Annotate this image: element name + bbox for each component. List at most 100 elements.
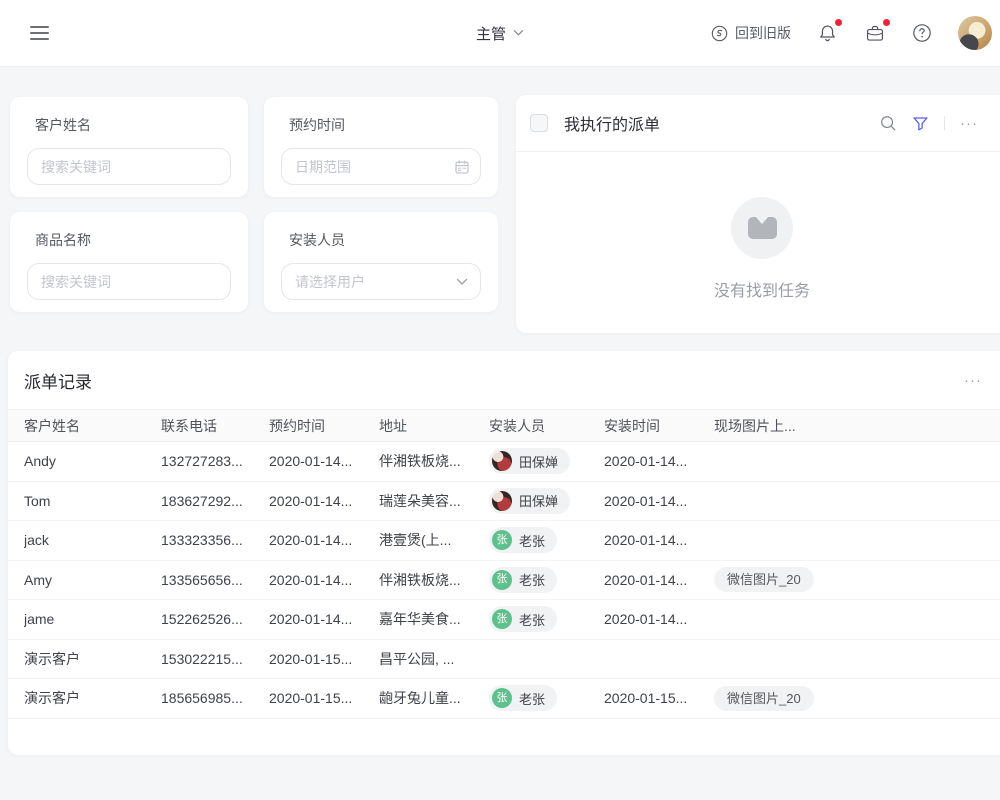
cell-installer: 田保婵 [489,448,604,474]
installer-tag: 张 老张 [489,685,557,711]
cell-customer-name: jame [24,611,161,627]
notification-bell-button[interactable] [817,23,838,44]
more-actions-icon[interactable]: ··· [964,373,982,388]
cell-customer-name: jack [24,532,161,548]
customer-name-input[interactable] [27,148,231,185]
filter-label-customer-name: 客户姓名 [35,115,231,135]
divider [944,116,945,130]
more-actions-icon[interactable]: ··· [960,116,978,131]
table-row[interactable]: 演示客户 153022215... 2020-01-15... 昌平公园, ..… [8,640,1000,680]
table-body: Andy 132727283... 2020-01-14... 伴湘铁板烧...… [8,442,1000,719]
filter-label-appointment-time: 预约时间 [289,115,481,135]
installer-name: 老张 [519,570,545,589]
installer-name: 田保婵 [519,452,558,471]
filter-card-installer: 安装人员 请选择用户 [264,212,498,312]
installer-name: 田保婵 [519,491,558,510]
installer-select-placeholder: 请选择用户 [295,272,365,292]
my-tasks-panel: 我执行的派单 ··· 没有找到任务 [516,95,1000,333]
cell-appointment-time: 2020-01-14... [269,532,379,548]
cell-phone: 133323356... [161,532,269,548]
menu-hamburger-icon[interactable] [30,26,49,40]
installer-avatar [492,451,512,471]
cell-appointment-time: 2020-01-14... [269,572,379,588]
empty-state-text: 没有找到任务 [516,277,1000,301]
cell-phone: 132727283... [161,453,269,469]
my-tasks-header: 我执行的派单 ··· [516,95,1000,152]
back-to-old-label: 回到旧版 [735,23,791,43]
cell-install-time: 2020-01-14... [604,611,714,627]
column-header: 预约时间 [269,416,379,436]
installer-tag: 田保婵 [489,488,570,514]
cell-address: 嘉年华美食... [379,609,489,629]
user-avatar[interactable] [958,16,992,50]
filter-funnel-icon[interactable] [912,115,929,132]
cell-installer: 张 老张 [489,606,604,632]
role-switcher[interactable]: 主管 [476,0,524,66]
filter-card-customer-name: 客户姓名 [10,97,248,197]
column-header: 现场图片上... [714,416,1000,436]
cell-install-time: 2020-01-14... [604,453,714,469]
filter-label-installer: 安装人员 [289,230,481,250]
cell-appointment-time: 2020-01-15... [269,651,379,667]
column-header: 地址 [379,416,489,436]
site-image-tag[interactable]: 微信图片_20 [714,567,814,592]
cell-address: 港壹煲(上... [379,530,489,550]
installer-name: 老张 [519,531,545,550]
filter-label-product-name: 商品名称 [35,230,231,250]
cell-install-time: 2020-01-14... [604,493,714,509]
cell-installer: 田保婵 [489,488,604,514]
empty-state: 没有找到任务 [516,197,1000,301]
table-row[interactable]: jack 133323356... 2020-01-14... 港壹煲(上...… [8,521,1000,561]
cell-site-image: 微信图片_20 [714,686,1000,711]
search-icon[interactable] [879,114,897,132]
product-name-input[interactable] [27,263,231,300]
cell-phone: 153022215... [161,651,269,667]
installer-name: 老张 [519,610,545,629]
cell-customer-name: Amy [24,572,161,588]
table-row[interactable]: jame 152262526... 2020-01-14... 嘉年华美食...… [8,600,1000,640]
cell-customer-name: 演示客户 [24,688,161,708]
cell-installer: 张 老张 [489,685,604,711]
installer-tag: 张 老张 [489,606,557,632]
bell-icon [817,23,838,44]
cell-appointment-time: 2020-01-14... [269,493,379,509]
site-image-tag[interactable]: 微信图片_20 [714,686,814,711]
question-icon [912,23,932,43]
table-row[interactable]: Amy 133565656... 2020-01-14... 伴湘铁板烧... … [8,561,1000,601]
select-all-checkbox[interactable] [530,114,548,132]
dispatch-records-card: 派单记录 ··· 客户姓名联系电话预约时间地址安装人员安装时间现场图片上... … [8,351,1000,755]
cell-address: 伴湘铁板烧... [379,570,489,590]
cell-installer: 张 老张 [489,527,604,553]
filter-card-appointment-time: 预约时间 [264,97,498,197]
table-row[interactable]: Andy 132727283... 2020-01-14... 伴湘铁板烧...… [8,442,1000,482]
table-row[interactable]: Tom 183627292... 2020-01-14... 瑞莲朵美容... … [8,482,1000,522]
cell-customer-name: Tom [24,493,161,509]
date-range-input[interactable] [281,148,481,185]
cell-site-image: 微信图片_20 [714,567,1000,592]
my-tasks-title: 我执行的派单 [564,111,879,135]
installer-name: 老张 [519,689,545,708]
chevron-down-icon [456,278,468,286]
cell-install-time: 2020-01-14... [604,532,714,548]
installer-tag: 田保婵 [489,448,570,474]
installer-avatar: 张 [492,688,512,708]
column-header: 安装时间 [604,416,714,436]
cell-phone: 185656985... [161,690,269,706]
back-to-old-version-button[interactable]: 回到旧版 [711,23,791,43]
table-row[interactable]: 演示客户 185656985... 2020-01-15... 龅牙兔儿童...… [8,679,1000,719]
installer-select[interactable]: 请选择用户 [281,263,481,300]
help-button[interactable] [912,23,932,43]
cell-customer-name: Andy [24,453,161,469]
cell-appointment-time: 2020-01-14... [269,611,379,627]
installer-avatar: 张 [492,570,512,590]
workbench-button[interactable] [864,23,886,44]
chevron-down-icon [513,29,524,37]
installer-avatar: 张 [492,530,512,550]
cell-appointment-time: 2020-01-14... [269,453,379,469]
cell-phone: 183627292... [161,493,269,509]
rollback-icon [711,25,728,42]
briefcase-icon [864,23,886,44]
notification-dot [835,19,842,26]
empty-inbox-icon [731,197,793,259]
filter-card-product-name: 商品名称 [10,212,248,312]
